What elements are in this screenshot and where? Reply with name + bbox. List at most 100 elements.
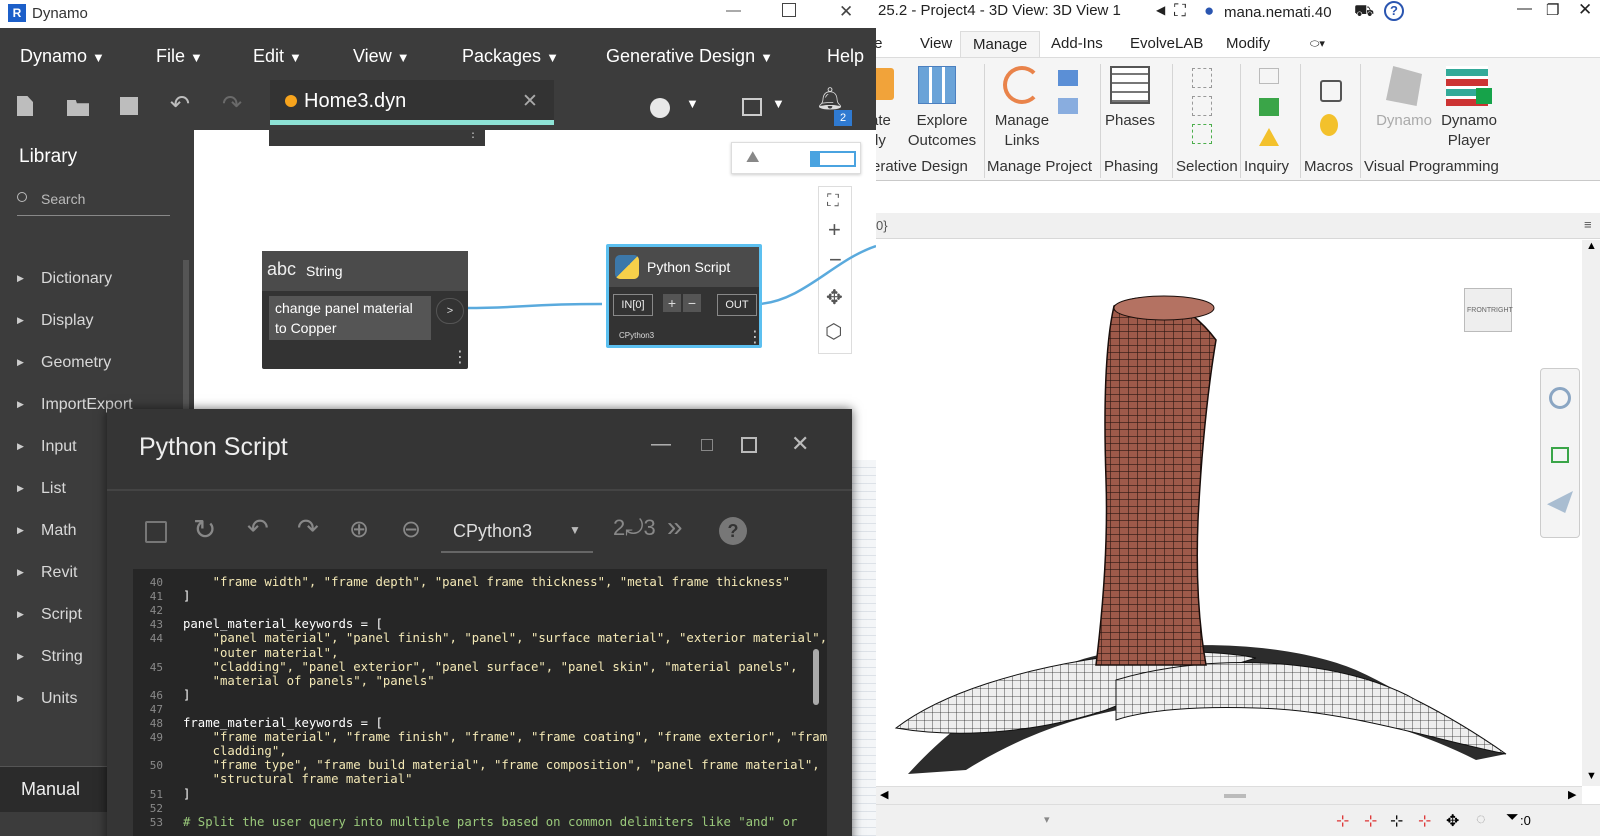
phases-label[interactable]: Phases	[1090, 111, 1170, 131]
menu-file[interactable]: File ▼	[156, 46, 203, 67]
engine-select[interactable]: CPython3 ▼	[441, 511, 593, 553]
horizontal-scrollbar[interactable]: ◀ ▶	[876, 786, 1582, 804]
search-placeholder[interactable]: Search	[41, 191, 85, 207]
close-icon[interactable]: ✕	[791, 431, 809, 457]
minimize-icon[interactable]: —	[651, 433, 671, 456]
code-line[interactable]: "outer material",	[183, 646, 339, 660]
search-box[interactable]: Search	[17, 186, 170, 216]
refresh-icon[interactable]: ↻	[193, 513, 216, 546]
explore-outcomes-label[interactable]: Explore Outcomes	[902, 111, 982, 151]
export-image-icon[interactable]	[742, 98, 762, 116]
phases-icon[interactable]	[1110, 66, 1150, 104]
pop-out-icon[interactable]	[701, 439, 713, 451]
tab-modify[interactable]: Modify	[1226, 35, 1270, 52]
remove-input-button[interactable]: −	[683, 294, 701, 312]
python-input-port[interactable]: IN[0]	[613, 294, 653, 316]
explore-outcomes-icon[interactable]	[918, 66, 956, 104]
menu-packages[interactable]: Packages ▼	[462, 46, 559, 67]
menu-view[interactable]: View ▼	[353, 46, 410, 67]
undo-icon[interactable]: ↶	[247, 513, 269, 544]
dynamo-player-label[interactable]: Dynamo Player	[1434, 111, 1504, 151]
inquiry-icon[interactable]	[1259, 68, 1279, 84]
string-value-input[interactable]: change panel material to Copper	[269, 296, 431, 340]
string-node[interactable]: abc String change panel material to Copp…	[262, 251, 468, 369]
code-line[interactable]: frame_material_keywords = [	[183, 716, 383, 730]
revit-username[interactable]: mana.nemati.40	[1224, 4, 1332, 21]
convert-icon[interactable]: 2⤾3	[613, 515, 656, 541]
chevron-down-icon[interactable]: ▼	[772, 96, 785, 111]
maximize-icon[interactable]	[782, 3, 796, 17]
menu-dynamo[interactable]: Dynamo ▼	[20, 46, 105, 67]
open-folder-icon[interactable]	[67, 100, 89, 116]
account-icon[interactable]	[650, 98, 670, 118]
zoom-out-icon[interactable]: ⊖	[401, 515, 421, 544]
chevron-down-icon[interactable]: ▾	[1044, 813, 1050, 826]
selection-icon[interactable]	[1192, 124, 1212, 144]
selection-icon[interactable]	[1192, 96, 1212, 116]
code-line[interactable]: "frame material", "frame finish", "frame…	[183, 730, 827, 744]
code-line[interactable]: "frame type", "frame build material", "f…	[183, 758, 820, 772]
view-tab-header[interactable]: 0} ≡	[876, 213, 1600, 239]
view-tab-label[interactable]: 0}	[876, 218, 888, 233]
user-icon[interactable]: ●	[1204, 1, 1214, 21]
help-icon[interactable]: ?	[719, 517, 747, 545]
redo-icon[interactable]: ↷	[222, 90, 242, 119]
engine-select-value[interactable]: CPython3	[453, 521, 532, 542]
code-line[interactable]: ]	[183, 787, 190, 801]
manage-links-icon[interactable]	[1003, 66, 1041, 104]
redo-icon[interactable]: ↷	[297, 513, 319, 544]
library-item-display[interactable]: ▶ Display	[0, 302, 194, 344]
fly-icon[interactable]	[1547, 491, 1573, 513]
select-by-face-icon[interactable]: ⊹	[1418, 811, 1431, 831]
node-menu-icon[interactable]: ⋮	[452, 347, 468, 367]
zoom-in-icon[interactable]: ⊕	[349, 515, 369, 544]
code-line[interactable]: "structural frame material"	[183, 772, 413, 786]
dynamo-icon[interactable]	[1386, 66, 1422, 106]
manage-links-label[interactable]: Manage Links	[982, 111, 1062, 151]
select-underlay-icon[interactable]: ⊹	[1364, 811, 1377, 831]
panel-toggle-icon[interactable]: ⬭▾	[1310, 37, 1325, 51]
save-icon[interactable]	[145, 521, 167, 543]
select-pinned-icon[interactable]: ⊹	[1390, 811, 1403, 831]
vertical-scrollbar[interactable]: ▲ ▼	[1582, 240, 1600, 786]
dynamo-label[interactable]: Dynamo	[1372, 111, 1436, 131]
code-line[interactable]: "panel material", "panel finish", "panel…	[183, 631, 827, 645]
tab-manage[interactable]: Manage	[960, 31, 1041, 57]
select-links-icon[interactable]: ⊹	[1336, 811, 1349, 831]
undo-icon[interactable]: ↶	[170, 90, 190, 119]
cart-icon[interactable]: ⛟	[1354, 2, 1374, 22]
restore-icon[interactable]: ❐	[1546, 1, 1559, 19]
library-item-geometry[interactable]: ▶ Geometry	[0, 344, 194, 386]
maximize-icon[interactable]	[741, 437, 757, 453]
new-file-icon[interactable]	[17, 96, 33, 116]
python-output-port[interactable]: OUT	[717, 294, 757, 316]
macros-warning-icon[interactable]	[1320, 114, 1338, 136]
manual-label[interactable]: Manual	[21, 779, 80, 800]
code-line[interactable]: "material of panels", "panels"	[183, 674, 435, 688]
macros-icon[interactable]	[1320, 80, 1342, 102]
chevron-down-icon[interactable]: ≡	[1584, 217, 1592, 232]
menu-help[interactable]: Help	[827, 46, 864, 67]
code-line[interactable]: ]	[183, 589, 190, 603]
inquiry-icon[interactable]	[1259, 98, 1279, 116]
3d-viewport[interactable]: FRONT RIGHT	[876, 240, 1582, 786]
node-menu-icon[interactable]: ⋮	[747, 327, 763, 347]
scroll-left-icon[interactable]: ◀	[880, 788, 888, 801]
python-script-node[interactable]: Python Script IN[0] + − OUT CPython3 ⋮	[606, 244, 763, 348]
close-icon[interactable]: ✕	[1578, 0, 1592, 20]
code-line[interactable]: # Split the user query into multiple par…	[183, 815, 797, 829]
tab-view[interactable]: View	[920, 35, 952, 52]
code-line[interactable]: ]	[183, 688, 190, 702]
viewcube-front-label[interactable]: FRONT	[1467, 307, 1491, 314]
bell-icon[interactable]: 🔔︎	[816, 86, 844, 112]
tab-home3-label[interactable]: Home3.dyn	[304, 90, 406, 113]
code-scrollbar[interactable]	[813, 649, 819, 705]
background-process-icon[interactable]: ◌	[1476, 811, 1486, 829]
viewcube[interactable]: FRONT RIGHT	[1464, 288, 1513, 332]
chevron-down-icon[interactable]: ▼	[569, 523, 581, 537]
manual-run-mode[interactable]: Manual	[0, 766, 110, 812]
save-icon[interactable]	[120, 97, 138, 115]
tab-home3[interactable]: Home3.dyn ✕	[270, 80, 554, 125]
code-line[interactable]: panel_material_keywords = [	[183, 617, 383, 631]
more-icon[interactable]: »	[667, 511, 683, 543]
